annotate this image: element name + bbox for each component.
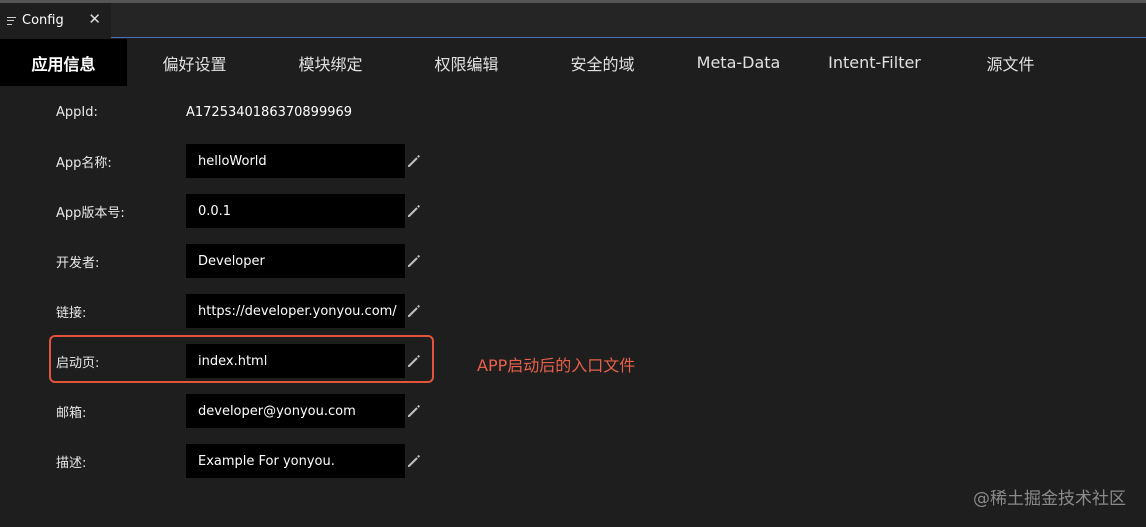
app-name-label: App名称: bbox=[56, 155, 112, 171]
link-label: 链接: bbox=[56, 305, 87, 321]
menu-lines-icon bbox=[7, 16, 16, 25]
tab-intent-filter[interactable]: Intent-Filter bbox=[811, 39, 938, 86]
pencil-icon[interactable] bbox=[406, 453, 422, 469]
close-icon[interactable]: ✕ bbox=[88, 12, 101, 27]
pencil-icon[interactable] bbox=[406, 203, 422, 219]
tab-module-binding[interactable]: 模块绑定 bbox=[267, 39, 394, 86]
launch-page-input[interactable] bbox=[186, 344, 405, 378]
tab-meta-data[interactable]: Meta-Data bbox=[675, 39, 802, 86]
editor-tab-title: Config bbox=[22, 13, 64, 28]
pencil-icon[interactable] bbox=[406, 353, 422, 369]
email-input[interactable] bbox=[186, 394, 405, 428]
annotation-text: APP启动后的入口文件 bbox=[477, 356, 636, 375]
tab-app-info[interactable]: 应用信息 bbox=[0, 39, 127, 86]
launch-page-label: 启动页: bbox=[56, 355, 100, 371]
tab-secure-domains[interactable]: 安全的域 bbox=[539, 39, 666, 86]
pencil-icon[interactable] bbox=[406, 303, 422, 319]
description-label: 描述: bbox=[56, 455, 87, 471]
appid-label: AppId: bbox=[56, 104, 98, 120]
editor-tab-bar: Config ✕ bbox=[0, 3, 1146, 38]
config-nav: 应用信息 偏好设置 模块绑定 权限编辑 安全的域 Meta-Data Inten… bbox=[0, 39, 1146, 86]
tab-permissions[interactable]: 权限编辑 bbox=[403, 39, 530, 86]
link-input[interactable] bbox=[186, 294, 405, 328]
app-version-input[interactable] bbox=[186, 194, 405, 228]
developer-label: 开发者: bbox=[56, 255, 100, 271]
tab-source-file[interactable]: 源文件 bbox=[947, 39, 1074, 86]
app-name-input[interactable] bbox=[186, 144, 405, 178]
appid-value: A1725340186370899969 bbox=[186, 104, 353, 120]
app-version-label: App版本号: bbox=[56, 205, 125, 221]
email-label: 邮箱: bbox=[56, 405, 87, 421]
tab-preferences[interactable]: 偏好设置 bbox=[131, 39, 258, 86]
pencil-icon[interactable] bbox=[406, 153, 422, 169]
editor-tab-config[interactable]: Config ✕ bbox=[0, 3, 111, 38]
pencil-icon[interactable] bbox=[406, 403, 422, 419]
pencil-icon[interactable] bbox=[406, 253, 422, 269]
developer-input[interactable] bbox=[186, 244, 405, 278]
description-input[interactable] bbox=[186, 444, 405, 478]
watermark: @稀土掘金技术社区 bbox=[973, 489, 1126, 509]
